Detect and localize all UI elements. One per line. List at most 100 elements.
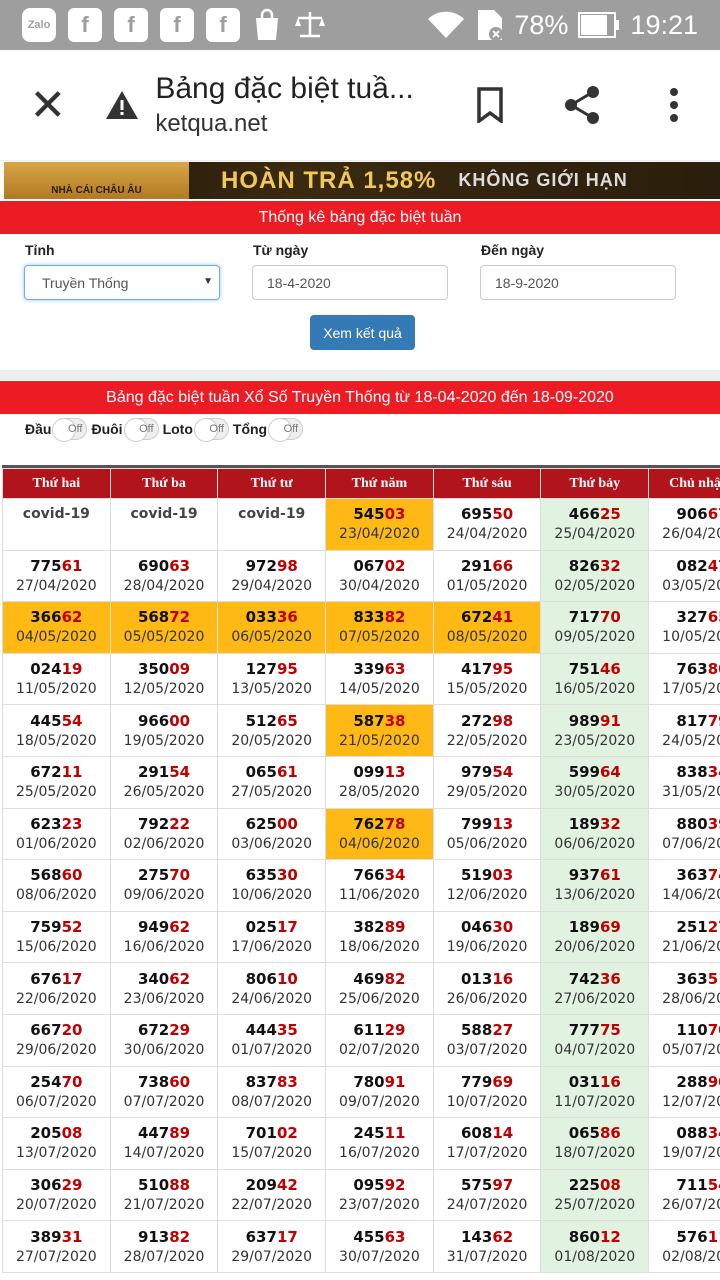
special-number: 59964 xyxy=(568,763,621,782)
result-cell: 44435 01/07/2020 xyxy=(217,1013,327,1067)
toggle-loto[interactable]: Off xyxy=(193,418,229,442)
result-cell: 59964 30/05/2020 xyxy=(540,755,650,809)
draw-date: 14/05/2020 xyxy=(339,681,420,698)
province-select[interactable]: Truyền Thống ▼ xyxy=(24,265,220,300)
special-number: 27298 xyxy=(461,711,514,730)
result-cell: 46982 25/06/2020 xyxy=(325,962,434,1015)
result-cell: 70102 15/07/2020 xyxy=(217,1117,327,1170)
table-header-row: Thứ hai Thứ ba Thứ tư Thứ năm Thứ sáu Th… xyxy=(2,468,720,499)
share-icon xyxy=(565,86,599,124)
clock: 19:21 xyxy=(630,9,698,40)
result-cell: 83382 07/05/2020 xyxy=(325,601,434,654)
result-cell: 74236 27/06/2020 xyxy=(540,962,650,1015)
number-tail: 64 xyxy=(600,763,621,782)
number-tail: 70 xyxy=(169,866,191,885)
ad-banner[interactable]: NHÀ CÁI CHÂU ÂU HOÀN TRẢ 1,58% KHÔNG GIỚ… xyxy=(4,162,720,199)
special-number: 38289 xyxy=(353,918,406,937)
draw-date: 27/06/2020 xyxy=(554,990,636,1007)
close-button[interactable]: ✕ xyxy=(0,50,96,160)
special-number: 29154 xyxy=(137,763,191,782)
result-cell: 18969 20/06/2020 xyxy=(540,910,650,964)
result-cell: 77561 27/04/2020 xyxy=(2,549,111,603)
share-button[interactable] xyxy=(536,50,628,160)
number-tail: 61 xyxy=(276,763,298,782)
result-cell: 35009 12/05/2020 xyxy=(109,652,219,706)
result-cell: 75952 15/06/2020 xyxy=(2,910,111,964)
special-number: 91382 xyxy=(137,1227,191,1246)
number-tail: 63 xyxy=(384,660,406,679)
draw-date: 23/06/2020 xyxy=(123,990,205,1007)
draw-date: 28/06/2020 xyxy=(662,990,720,1007)
number-tail: 82 xyxy=(384,969,406,988)
result-cell: 8177924/05/2020 xyxy=(648,704,720,757)
special-number: 18932 xyxy=(568,814,621,833)
toggle-label-dau: Đầu xyxy=(25,421,52,437)
banner-promo-secondary: KHÔNG GIỚI HẠN xyxy=(458,170,628,190)
special-number: 79222 xyxy=(137,814,191,833)
number-tail: 19 xyxy=(61,660,83,679)
from-date-input[interactable]: 18-4-2020 xyxy=(252,265,448,300)
browser-toolbar: ✕ Bảng đặc biệt tuầ... ketqua.net xyxy=(0,50,720,160)
special-number: 36662 xyxy=(30,608,83,627)
number-tail: 32 xyxy=(600,814,621,833)
special-number: 58827 xyxy=(461,1021,514,1040)
special-number: 96600 xyxy=(137,711,191,730)
result-cell: 38931 27/07/2020 xyxy=(2,1220,111,1273)
number-tail: 13 xyxy=(492,814,514,833)
special-number: 83783 xyxy=(245,1072,298,1091)
result-cell: 77775 04/07/2020 xyxy=(540,1013,650,1067)
special-number: 74236 xyxy=(568,969,621,988)
to-date-value: 18-9-2020 xyxy=(495,274,559,291)
warning-icon[interactable] xyxy=(96,90,150,120)
results-table-wrap[interactable]: Thứ hai Thứ ba Thứ tư Thứ năm Thứ sáu Th… xyxy=(2,465,720,1280)
special-number: 63530 xyxy=(245,866,298,885)
special-number: 01316 xyxy=(461,969,514,988)
bookmark-button[interactable] xyxy=(444,50,536,160)
toggle-dau[interactable]: Off xyxy=(52,418,88,442)
special-number: 12795 xyxy=(245,660,298,679)
draw-date: 05/07/2020 xyxy=(662,1042,720,1059)
result-cell: 94962 16/06/2020 xyxy=(109,910,219,964)
result-cell: 51088 21/07/2020 xyxy=(109,1168,219,1222)
result-cell: 2889012/07/2020 xyxy=(648,1065,720,1119)
toggle-duoi[interactable]: Off xyxy=(123,418,159,442)
submit-button[interactable]: Xem kết quả xyxy=(310,315,415,350)
number-tail: 70 xyxy=(600,608,621,627)
result-cell: 0824703/05/2020 xyxy=(648,549,720,603)
draw-date: 09/05/2020 xyxy=(554,629,636,646)
number-tail: 62 xyxy=(169,918,191,937)
special-number: 22508 xyxy=(568,1176,621,1195)
more-menu-button[interactable] xyxy=(628,50,720,160)
number-tail: 74 xyxy=(707,866,720,885)
to-date-input[interactable]: 18-9-2020 xyxy=(480,265,676,300)
number-tail: 20 xyxy=(61,1021,83,1040)
draw-date: 03/06/2020 xyxy=(231,835,313,852)
toggle-tong[interactable]: Off xyxy=(268,418,304,442)
draw-date: 23/05/2020 xyxy=(554,732,636,749)
special-number: 33963 xyxy=(353,660,406,679)
special-number: 20942 xyxy=(245,1176,298,1195)
special-number: 18969 xyxy=(568,918,621,937)
special-number: 46625 xyxy=(568,505,621,524)
battery-icon xyxy=(578,12,620,38)
result-cell: 78091 09/07/2020 xyxy=(325,1065,434,1119)
draw-date: 28/05/2020 xyxy=(339,784,420,801)
number-tail: 98 xyxy=(492,711,514,730)
special-number: 11070 xyxy=(649,1020,720,1040)
result-cell: 38289 18/06/2020 xyxy=(325,910,434,964)
special-number: 56860 xyxy=(30,866,83,885)
number-tail: 38 xyxy=(384,711,406,730)
page-domain: ketqua.net xyxy=(155,110,268,137)
result-cell: 18932 06/06/2020 xyxy=(540,807,650,861)
special-number: 44435 xyxy=(245,1021,298,1040)
draw-date: 31/07/2020 xyxy=(446,1248,528,1265)
draw-date: 08/07/2020 xyxy=(231,1093,313,1110)
url-block[interactable]: Bảng đặc biệt tuầ... ketqua.net xyxy=(155,72,444,138)
number-tail: 10 xyxy=(276,969,298,988)
table-row: 56860 08/06/2020 27570 09/06/2020 63530 10/06… xyxy=(2,859,720,912)
number-tail: 86 xyxy=(600,1124,621,1143)
number-tail: 17 xyxy=(276,1227,298,1246)
draw-date: 02/07/2020 xyxy=(339,1042,420,1059)
draw-date: 20/05/2020 xyxy=(231,732,313,749)
number-tail: 50 xyxy=(492,505,514,524)
